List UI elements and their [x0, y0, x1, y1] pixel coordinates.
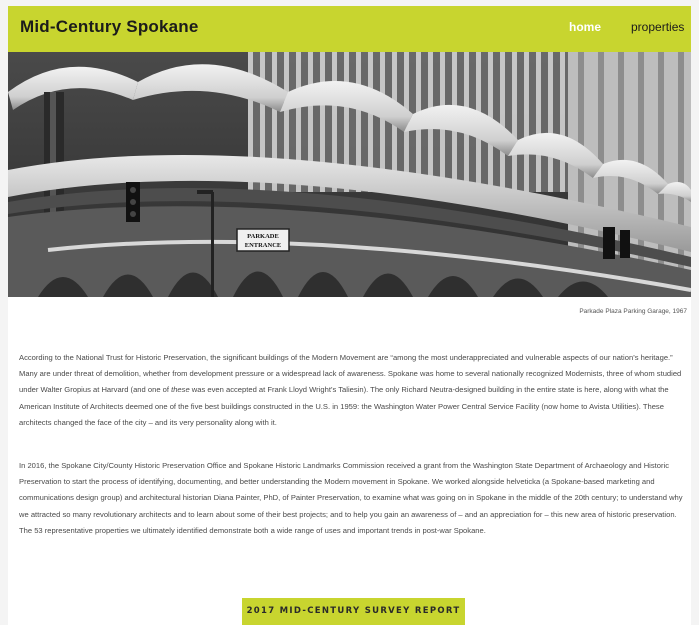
- intro-emphasis: these: [171, 385, 190, 395]
- intro-paragraph-1: According to the National Trust for Hist…: [19, 350, 683, 431]
- parkade-sign-line1: PARKADE: [247, 233, 279, 240]
- site-header: Mid-Century Spokane home properties: [8, 6, 691, 52]
- survey-report-button[interactable]: 2017 MID-CENTURY SURVEY REPORT: [242, 598, 465, 625]
- nav-home-link[interactable]: home: [569, 20, 601, 34]
- photo-caption: Parkade Plaza Parking Garage, 1967: [579, 308, 687, 315]
- hero-photo: PARKADE ENTRANCE: [8, 52, 691, 297]
- intro-paragraph-2: In 2016, the Spokane City/County Histori…: [19, 461, 683, 535]
- site-title[interactable]: Mid-Century Spokane: [20, 17, 199, 37]
- nav-properties-link[interactable]: properties: [631, 20, 684, 34]
- parkade-sign-line2: ENTRANCE: [245, 242, 281, 249]
- parkade-garage-photo: PARKADE ENTRANCE: [8, 52, 691, 297]
- page: Mid-Century Spokane home properties PARK…: [8, 6, 691, 625]
